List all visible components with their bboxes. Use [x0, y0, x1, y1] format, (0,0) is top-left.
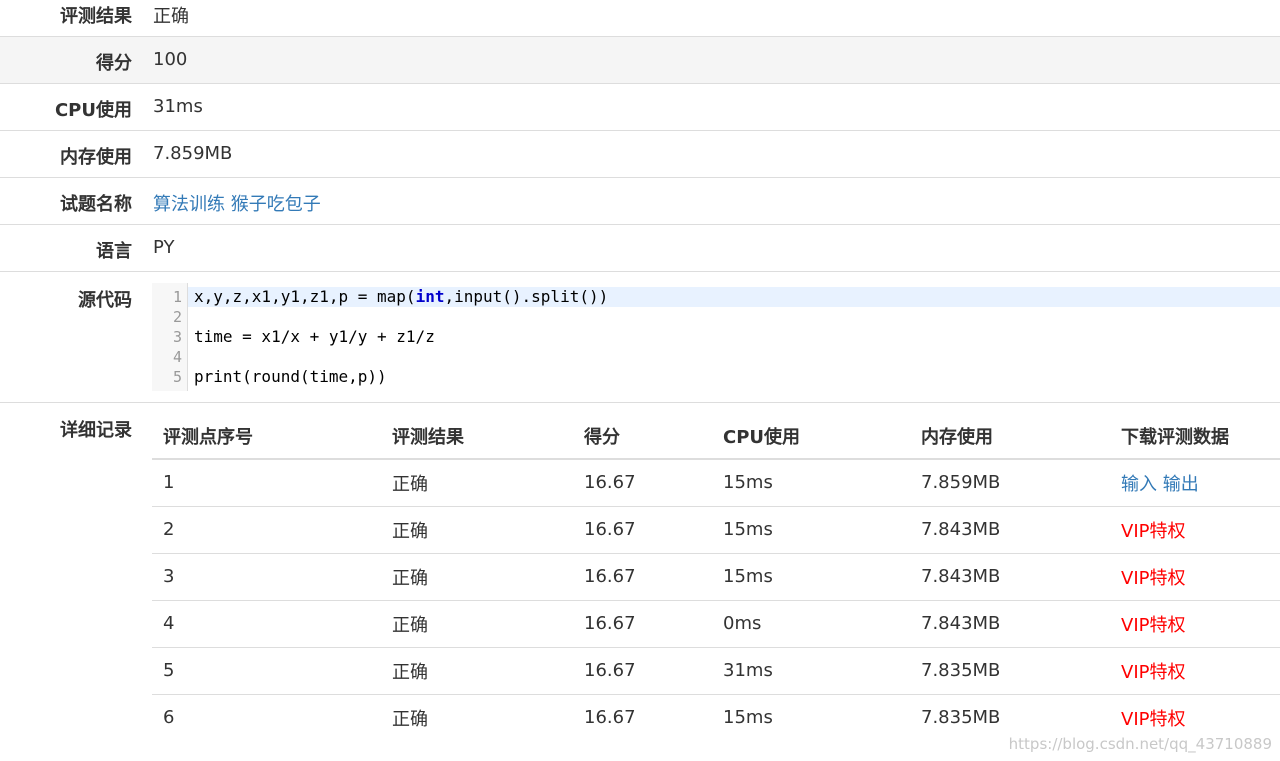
- case-cpu: 31ms: [712, 647, 910, 695]
- line-number: 3: [172, 328, 182, 346]
- header-score: 得分: [573, 413, 712, 460]
- score-label: 得分: [96, 53, 132, 74]
- case-cpu: 15ms: [723, 707, 773, 729]
- language-label: 语言: [96, 241, 132, 262]
- header-cpu: CPU使用: [712, 413, 910, 460]
- case-memory: 7.859MB: [910, 459, 1110, 507]
- result-value: 正确: [153, 6, 189, 27]
- case-cpu: 15ms: [712, 553, 910, 601]
- table-row: 1 正确 16.67 15ms 7.859MB 输入 输出: [152, 459, 1280, 507]
- case-score: 16.67: [573, 459, 712, 507]
- table-header-row: 评测点序号 评测结果 得分 CPU使用 内存使用 下载评测数据: [152, 413, 1280, 460]
- memory-label: 内存使用: [60, 147, 132, 168]
- case-download: VIP特权: [1110, 506, 1280, 554]
- table-row: 4 正确 16.67 0ms 7.843MB VIP特权: [152, 600, 1280, 648]
- code-line: time = x1/x + y1/y + z1/z: [194, 327, 435, 346]
- case-memory: 7.843MB: [910, 506, 1110, 554]
- case-memory: 7.843MB: [910, 553, 1110, 601]
- memory-value: 7.859MB: [153, 143, 233, 164]
- score-value: 100: [153, 49, 188, 70]
- vip-link[interactable]: VIP特权: [1121, 662, 1185, 683]
- source-label: 源代码: [78, 290, 132, 311]
- case-no: 2: [152, 506, 381, 554]
- line-number: 1: [172, 288, 182, 306]
- header-memory: 内存使用: [910, 413, 1110, 460]
- code-line: print(round(time,p)): [194, 367, 387, 386]
- case-download: VIP特权: [1110, 600, 1280, 648]
- vip-link[interactable]: VIP特权: [1121, 521, 1185, 542]
- case-score: 16.67: [584, 707, 636, 729]
- case-download: VIP特权: [1110, 694, 1280, 741]
- case-result: 正确: [392, 708, 428, 730]
- case-no: 5: [152, 647, 381, 695]
- case-score: 16.67: [573, 506, 712, 554]
- case-cpu: 0ms: [712, 600, 910, 648]
- result-label: 评测结果: [60, 6, 132, 27]
- case-memory: 7.835MB: [921, 707, 1001, 729]
- case-cpu: 15ms: [712, 506, 910, 554]
- cpu-label: CPU使用: [54, 100, 132, 121]
- table-row: 5 正确 16.67 31ms 7.835MB VIP特权: [152, 647, 1280, 695]
- watermark: https://blog.csdn.net/qq_43710889: [1008, 735, 1272, 753]
- cpu-value: 31ms: [153, 96, 203, 117]
- table-row: 6 正确 16.67 15ms 7.835MB VIP特权: [152, 694, 1280, 741]
- case-no: 6: [163, 707, 175, 729]
- case-result: 正确: [381, 506, 573, 554]
- code-line: x,y,z,x1,y1,z1,p = map(int,input().split…: [194, 287, 609, 306]
- problem-row: 试题名称 算法训练 猴子吃包子: [0, 178, 1280, 225]
- case-no: 1: [152, 459, 381, 507]
- keyword-token: int: [415, 287, 445, 306]
- cpu-row: CPU使用 31ms: [0, 84, 1280, 131]
- case-score: 16.67: [573, 553, 712, 601]
- vip-link[interactable]: VIP特权: [1121, 615, 1185, 636]
- header-case-no: 评测点序号: [152, 413, 381, 460]
- case-result: 正确: [381, 600, 573, 648]
- line-number: 4: [172, 348, 182, 366]
- line-number: 2: [172, 308, 182, 326]
- case-memory: 7.835MB: [910, 647, 1110, 695]
- header-result: 评测结果: [381, 413, 573, 460]
- details-table: 评测点序号 评测结果 得分 CPU使用 内存使用 下载评测数据 1 正确 16.…: [152, 413, 1280, 741]
- case-cpu: 15ms: [712, 459, 910, 507]
- table-row: 3 正确 16.67 15ms 7.843MB VIP特权: [152, 553, 1280, 601]
- line-number: 5: [172, 368, 182, 386]
- problem-link[interactable]: 算法训练 猴子吃包子: [153, 190, 321, 216]
- language-value: PY: [153, 237, 175, 258]
- case-result: 正确: [381, 553, 573, 601]
- score-row: 得分 100: [0, 37, 1280, 84]
- case-no: 3: [152, 553, 381, 601]
- case-download: 输入 输出: [1110, 459, 1280, 507]
- case-no: 4: [152, 600, 381, 648]
- case-result: 正确: [381, 459, 573, 507]
- vip-link[interactable]: VIP特权: [1121, 568, 1185, 589]
- case-memory: 7.843MB: [910, 600, 1110, 648]
- download-output-link[interactable]: 输出: [1163, 474, 1199, 495]
- download-input-link[interactable]: 输入: [1121, 474, 1157, 495]
- header-download: 下载评测数据: [1110, 413, 1280, 460]
- case-score: 16.67: [573, 600, 712, 648]
- case-score: 16.67: [573, 647, 712, 695]
- case-download: VIP特权: [1110, 553, 1280, 601]
- vip-link[interactable]: VIP特权: [1121, 709, 1185, 730]
- code-editor[interactable]: 1 2 3 4 5 x,y,z,x1,y1,z1,p = map(int,inp…: [152, 283, 1280, 391]
- table-row: 2 正确 16.67 15ms 7.843MB VIP特权: [152, 506, 1280, 554]
- problem-label: 试题名称: [60, 194, 132, 215]
- details-label: 详细记录: [60, 420, 132, 441]
- result-row: 评测结果 正确: [0, 0, 1280, 37]
- language-row: 语言 PY: [0, 225, 1280, 272]
- case-result: 正确: [381, 647, 573, 695]
- case-download: VIP特权: [1110, 647, 1280, 695]
- memory-row: 内存使用 7.859MB: [0, 131, 1280, 178]
